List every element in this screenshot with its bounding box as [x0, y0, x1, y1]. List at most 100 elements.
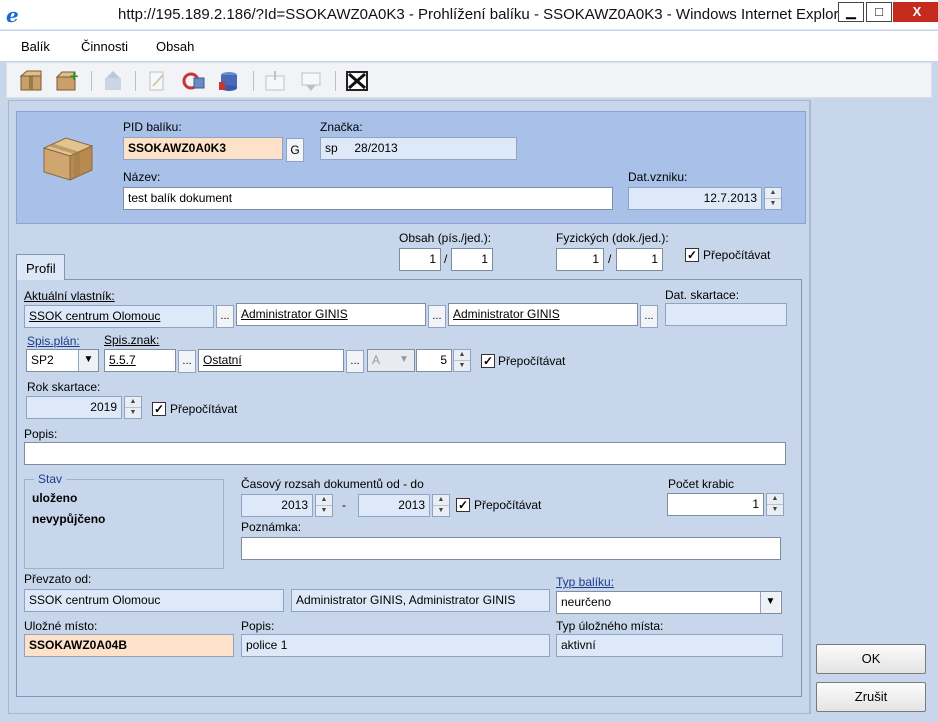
vlastnik-label: Aktuální vlastník: — [24, 289, 115, 303]
datvzniku-field[interactable]: 12.7.2013 — [628, 187, 762, 210]
pid-field[interactable]: SSOKAWZ0A0K3 — [123, 137, 283, 160]
nazev-field[interactable]: test balík dokument — [123, 187, 613, 210]
spisznak-field[interactable]: 5.5.7 — [104, 349, 176, 372]
refresh-icon[interactable] — [179, 67, 207, 95]
rozsah-dash: - — [342, 498, 346, 512]
rok-skartace-field[interactable]: 2019 — [26, 396, 122, 419]
fyzickych-label: Fyzických (dok./jed.): — [556, 231, 669, 245]
package-icon[interactable] — [17, 67, 45, 95]
vlastnik-org-browse-button[interactable]: ... — [216, 305, 234, 328]
spin-up-icon[interactable]: ▲ — [316, 495, 332, 506]
rozsah-do-spinner[interactable]: ▲ ▼ — [432, 494, 450, 517]
prevzato-org-field[interactable]: SSOK centrum Olomouc — [24, 589, 284, 612]
prepocitavat-checkbox-1[interactable]: ✓ — [685, 248, 699, 262]
pocet-krabic-spinner[interactable]: ▲ ▼ — [766, 493, 784, 516]
datvzniku-spinner[interactable]: ▲ ▼ — [764, 187, 782, 210]
spin-down-icon[interactable]: ▼ — [433, 506, 449, 517]
vlastnik-role-browse-button[interactable]: ... — [640, 305, 658, 328]
edit-icon[interactable] — [143, 67, 171, 95]
obsah-jed-field[interactable]: 1 — [451, 248, 493, 271]
remove-icon[interactable] — [297, 67, 325, 95]
stav-ulozeno: uloženo — [32, 491, 78, 505]
popis-field[interactable] — [24, 442, 786, 465]
insert-icon[interactable] — [261, 67, 289, 95]
skartlhuta-spinner[interactable]: ▲ ▼ — [453, 349, 471, 372]
close-button[interactable]: X — [893, 2, 938, 22]
obsah-pis-field[interactable]: 1 — [399, 248, 441, 271]
stav-label: Stav — [34, 472, 67, 486]
znacka-field[interactable]: sp 28/2013 — [320, 137, 517, 160]
spisplan-label: Spis.plán: — [27, 334, 80, 348]
menu-balik[interactable]: Balík — [21, 39, 50, 54]
spin-down-icon[interactable]: ▼ — [454, 361, 470, 372]
maximize-button[interactable]: □ — [866, 2, 892, 22]
toolbar-separator — [91, 71, 92, 91]
send-icon[interactable] — [99, 67, 127, 95]
database-icon[interactable] — [215, 67, 243, 95]
spin-up-icon[interactable]: ▲ — [765, 188, 781, 199]
obsah-label: Obsah (pís./jed.): — [399, 231, 492, 245]
rok-skartace-label: Rok skartace: — [27, 380, 101, 394]
menu-obsah[interactable]: Obsah — [156, 39, 194, 54]
spisznak-label: Spis.znak: — [104, 333, 160, 347]
vlastnik-org-field[interactable]: SSOK centrum Olomouc — [24, 305, 214, 328]
new-package-icon[interactable]: + — [53, 67, 81, 95]
prepocitavat-label-4: Přepočítávat — [474, 498, 542, 512]
chevron-down-icon[interactable]: ▼ — [394, 350, 414, 371]
rozsah-od-field[interactable]: 2013 — [241, 494, 313, 517]
spisznak-text-field[interactable]: Ostatní — [198, 349, 344, 372]
chevron-down-icon[interactable]: ▼ — [78, 350, 98, 371]
casovy-rozsah-label: Časový rozsah dokumentů od - do — [241, 477, 424, 491]
minimize-button[interactable]: ▁ — [838, 2, 864, 22]
nazev-label: Název: — [123, 170, 161, 184]
prepocitavat-checkbox-4[interactable]: ✓ — [456, 498, 470, 512]
toolbar-separator — [253, 71, 254, 91]
spin-up-icon[interactable]: ▲ — [767, 494, 783, 505]
tab-profil[interactable]: Profil — [16, 254, 65, 280]
spin-down-icon[interactable]: ▼ — [316, 506, 332, 517]
spin-up-icon[interactable]: ▲ — [454, 350, 470, 361]
skartlhuta-field[interactable]: 5 — [416, 349, 452, 372]
vlastnik-role-field[interactable]: Administrator GINIS — [448, 303, 638, 326]
prepocitavat-checkbox-3[interactable]: ✓ — [152, 402, 166, 416]
popis2-field[interactable]: police 1 — [241, 634, 550, 657]
pocet-krabic-field[interactable]: 1 — [667, 493, 764, 516]
menu-bar: Balík Činnosti Obsah — [0, 31, 938, 61]
spin-down-icon[interactable]: ▼ — [125, 408, 141, 419]
chevron-down-icon[interactable]: ▼ — [760, 592, 780, 613]
spin-down-icon[interactable]: ▼ — [765, 199, 781, 210]
fyz-dok-field[interactable]: 1 — [556, 248, 604, 271]
stav-nevypujceno: nevypůjčeno — [32, 512, 106, 526]
znacka-label: Značka: — [320, 120, 363, 134]
prevzato-label: Převzato od: — [24, 572, 92, 586]
datskartace-field[interactable] — [665, 303, 787, 326]
menu-cinnosti[interactable]: Činnosti — [81, 39, 128, 54]
g-button[interactable]: G — [286, 138, 304, 162]
typ-baliku-select[interactable]: neurčeno — [556, 591, 782, 614]
title-bar: e http://195.189.2.186/?Id=SSOKAWZ0A0K3 … — [0, 0, 938, 30]
rok-skartace-spinner[interactable]: ▲ ▼ — [124, 396, 142, 419]
spisznak-text-browse-button[interactable]: ... — [346, 350, 364, 373]
typ-ulozneho-mista-label: Typ úložného místa: — [556, 619, 664, 633]
rozsah-od-spinner[interactable]: ▲ ▼ — [315, 494, 333, 517]
typ-ulozneho-mista-field[interactable]: aktivní — [556, 634, 783, 657]
ok-button[interactable]: OK — [816, 644, 926, 674]
rozsah-do-field[interactable]: 2013 — [358, 494, 430, 517]
spisznak-browse-button[interactable]: ... — [178, 350, 196, 373]
vlastnik-user-browse-button[interactable]: ... — [428, 305, 446, 328]
fyz-jed-field[interactable]: 1 — [616, 248, 663, 271]
spin-down-icon[interactable]: ▼ — [767, 505, 783, 516]
toolbar-separator — [335, 71, 336, 91]
spin-up-icon[interactable]: ▲ — [433, 495, 449, 506]
prevzato-user-field[interactable]: Administrator GINIS, Administrator GINIS — [291, 589, 550, 612]
obsah-slash: / — [444, 252, 448, 266]
popis-label: Popis: — [24, 427, 58, 441]
ulozne-misto-field[interactable]: SSOKAWZ0A04B — [24, 634, 234, 657]
cancel-button[interactable]: Zrušit — [816, 682, 926, 712]
poznamka-field[interactable] — [241, 537, 781, 560]
spin-up-icon[interactable]: ▲ — [125, 397, 141, 408]
button-area — [810, 100, 932, 714]
vlastnik-user-field[interactable]: Administrator GINIS — [236, 303, 426, 326]
prepocitavat-checkbox-2[interactable]: ✓ — [481, 354, 495, 368]
delete-icon[interactable] — [343, 67, 371, 95]
